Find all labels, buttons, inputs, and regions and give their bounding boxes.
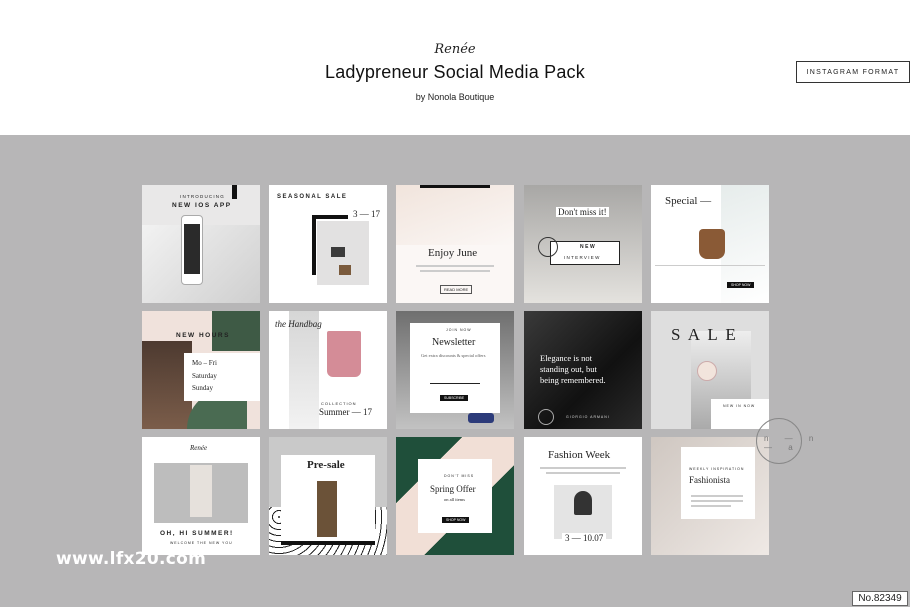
tile-special[interactable]: Special — SHOP NOW (651, 185, 769, 303)
logo-text: n — n — a (764, 434, 821, 452)
model-photo (154, 463, 248, 523)
tile-date: 3 — 10.07 (562, 533, 607, 543)
tile-enjoy-june[interactable]: Enjoy June READ MORE (396, 185, 514, 303)
subscribe-button[interactable]: SUBSCRIBE (440, 395, 469, 401)
accent-bar (232, 185, 237, 199)
stamp-circle (538, 409, 554, 425)
tile-oh-hi-summer[interactable]: Renée OH, HI SUMMER! WELCOME THE NEW YOU (142, 437, 260, 555)
palm-leaf-photo (396, 185, 514, 245)
phone-screen (184, 224, 200, 274)
leaf-photo (212, 311, 260, 351)
quote-line: Elegance is not (540, 353, 592, 363)
instagram-format-button[interactable]: INSTAGRAM FORMAT (796, 61, 910, 83)
text-line (691, 500, 743, 502)
accent-line (312, 215, 316, 275)
read-more-button[interactable]: READ MORE (440, 285, 473, 294)
quote-line: being remembered. (540, 375, 606, 385)
tile-title: Enjoy June (428, 247, 478, 259)
tile-newsletter[interactable]: JOIN NOW Newsletter Get extra discounts … (396, 311, 514, 429)
handbag-photo (699, 229, 725, 259)
tile-new-ios-app[interactable]: INTRODUCING NEW IOS APP (142, 185, 260, 303)
text-line (546, 472, 620, 474)
tile-title: Fashion Week (548, 449, 611, 461)
text-line (416, 265, 494, 267)
tile-title: Don't miss it! (556, 207, 609, 217)
tile-fashion-week[interactable]: Fashion Week 3 — 10.07 (524, 437, 642, 555)
model-photo (317, 481, 337, 537)
tile-sale[interactable]: S A L E NEW IN NOW (651, 311, 769, 429)
page-title: Ladypreneur Social Media Pack (325, 62, 585, 82)
accent-line (312, 215, 348, 219)
tile-dont-miss-it[interactable]: Don't miss it! NEW INTERVIEW (524, 185, 642, 303)
tile-title: SEASONAL SALE (277, 194, 348, 200)
phone-mockup (181, 215, 203, 285)
accent-bar (281, 541, 375, 545)
accent-line (420, 185, 490, 188)
nonola-logo: n — n — a (756, 418, 826, 466)
product-item (339, 265, 351, 275)
text-line (691, 495, 743, 497)
tile-subtitle: on all items (444, 497, 465, 502)
brand-name: Renée (434, 42, 476, 57)
shop-now-button[interactable]: SHOP NOW (442, 517, 470, 523)
tile-body: Get extra discounts & special offers (421, 353, 486, 358)
tile-pre-sale[interactable]: Pre-sale (269, 437, 387, 555)
hours-day: Sunday (192, 384, 213, 392)
tile-title: Special — (665, 195, 712, 207)
tile-script-title: the Handbag (275, 319, 322, 329)
tile-kicker: DON'T MISS (444, 474, 475, 478)
text-line (540, 467, 626, 469)
tile-title: Summer — 17 (319, 407, 372, 417)
tile-title: Pre-sale (307, 459, 345, 471)
tile-subtitle: WELCOME THE NEW YOU (170, 541, 233, 545)
hours-day: Mo – Fri (192, 359, 217, 367)
tile-brand: Renée (190, 444, 208, 452)
quote-line: standing out, but (540, 364, 597, 374)
shop-now-button[interactable]: SHOP NOW (727, 282, 755, 288)
tile-kicker: INTRODUCING (180, 194, 225, 199)
tile-date: 3 — 17 (353, 209, 380, 219)
tile-the-handbag[interactable]: the Handbag COLLECTION Summer — 17 (269, 311, 387, 429)
tile-title: NEW IOS APP (172, 202, 232, 209)
tile-title: Fashionista (689, 475, 731, 485)
model-head (574, 491, 592, 515)
header: Renée Ladypreneur Social Media Pack by N… (0, 0, 910, 135)
tile-quote[interactable]: Elegance is not standing out, but being … (524, 311, 642, 429)
product-item (331, 247, 345, 257)
tile-seasonal-sale[interactable]: SEASONAL SALE 3 — 17 (269, 185, 387, 303)
text-line (691, 505, 731, 507)
tile-kicker: WEEKLY INSPIRATION (689, 467, 745, 471)
model-photo (554, 485, 612, 539)
byline: by Nonola Boutique (415, 92, 495, 102)
divider (655, 265, 765, 266)
tile-label: COLLECTION (321, 401, 357, 406)
model-figure (190, 465, 212, 517)
quote-author: GIORGIO ARMANI (566, 415, 610, 419)
email-field[interactable] (430, 383, 480, 384)
tile-kicker: JOIN NOW (446, 328, 472, 332)
hours-day: Saturday (192, 372, 217, 380)
item-number-badge: No.82349 (852, 591, 908, 606)
shoe-photo (468, 413, 494, 423)
percent-badge (697, 361, 717, 381)
tile-title: Spring Offer (430, 484, 476, 494)
tile-title: OH, HI SUMMER! (160, 530, 234, 537)
tile-label: NEW IN NOW (723, 404, 756, 408)
tile-new-hours[interactable]: NEW HOURS Mo – Fri Saturday Sunday (142, 311, 260, 429)
handbag-photo (327, 331, 361, 377)
tile-fashionista[interactable]: WEEKLY INSPIRATION Fashionista (651, 437, 769, 555)
tile-subtitle: INTERVIEW (564, 255, 601, 260)
tile-title: Newsletter (432, 337, 476, 348)
tile-title: S A L E (671, 325, 738, 344)
tile-spring-offer[interactable]: DON'T MISS Spring Offer on all items SHO… (396, 437, 514, 555)
stamp-circle (538, 237, 558, 257)
tile-title: NEW HOURS (176, 332, 230, 339)
watermark: www.lfx20.com (56, 549, 207, 569)
tile-label: NEW (580, 244, 597, 250)
text-line (420, 270, 490, 272)
